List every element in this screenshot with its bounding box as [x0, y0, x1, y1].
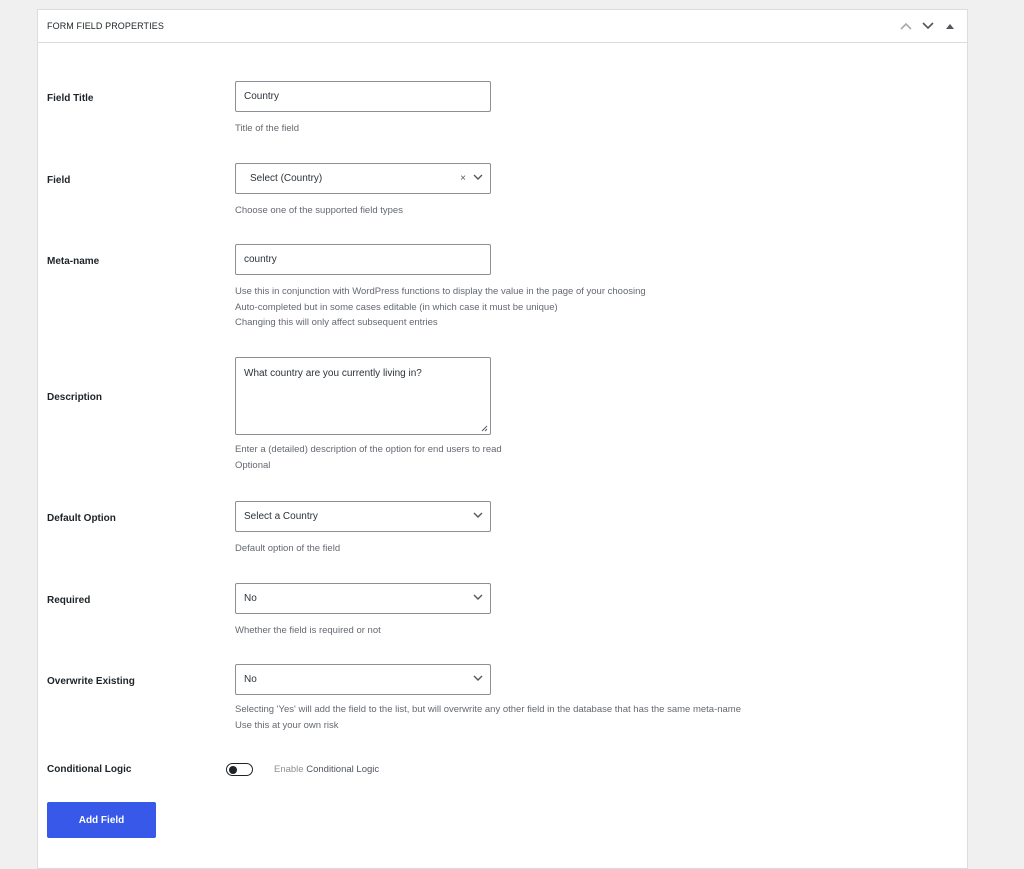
meta-name-label: Meta-name: [47, 256, 100, 267]
panel-title: FORM FIELD PROPERTIES: [47, 21, 164, 31]
required-help: Whether the field is required or not: [235, 625, 381, 636]
conditional-logic-toggle[interactable]: [226, 763, 253, 776]
default-option-label: Default Option: [47, 513, 116, 524]
field-title-label: Field Title: [47, 93, 94, 104]
field-type-label: Field: [47, 175, 71, 186]
resize-handle-icon[interactable]: [481, 425, 488, 432]
description-textarea[interactable]: What country are you currently living in…: [235, 357, 491, 435]
caret-up-icon: [946, 24, 954, 29]
move-up-button[interactable]: [897, 17, 915, 35]
field-type-select[interactable]: Select (Country) ×: [235, 163, 491, 194]
description-help: Enter a (detailed) description of the op…: [235, 444, 502, 471]
toggle-knob: [229, 765, 237, 774]
chevron-up-icon: [900, 22, 912, 30]
overwrite-existing-select[interactable]: No: [235, 664, 491, 695]
conditional-logic-label: Conditional Logic: [47, 764, 132, 775]
required-select[interactable]: No: [235, 583, 491, 614]
form-field-properties-panel: FORM FIELD PROPERTIES Field Title Countr…: [37, 9, 968, 869]
move-down-button[interactable]: [919, 17, 937, 35]
chevron-down-icon: [473, 174, 483, 180]
field-type-help: Choose one of the supported field types: [235, 205, 403, 216]
conditional-logic-toggle-label[interactable]: Enable Conditional Logic: [274, 764, 379, 775]
chevron-down-icon: [473, 675, 483, 681]
default-option-help: Default option of the field: [235, 543, 341, 554]
meta-name-help: Use this in conjunction with WordPress f…: [235, 286, 646, 328]
panel-header-controls: [897, 17, 967, 35]
chevron-down-icon: [922, 22, 934, 30]
chevron-down-icon: [473, 512, 483, 518]
chevron-down-icon: [473, 594, 483, 600]
add-field-button[interactable]: Add Field: [47, 802, 156, 838]
field-title-help: Title of the field: [235, 123, 300, 134]
meta-name-input[interactable]: country: [235, 244, 491, 275]
required-label: Required: [47, 595, 91, 606]
clear-selection-icon[interactable]: ×: [460, 173, 466, 184]
panel-header: FORM FIELD PROPERTIES: [38, 10, 967, 43]
field-title-input[interactable]: Country: [235, 81, 491, 112]
toggle-panel-button[interactable]: [941, 17, 959, 35]
overwrite-existing-help: Selecting 'Yes' will add the field to th…: [235, 704, 742, 731]
overwrite-existing-label: Overwrite Existing: [47, 676, 135, 687]
default-option-select[interactable]: Select a Country: [235, 501, 491, 532]
description-label: Description: [47, 392, 103, 403]
